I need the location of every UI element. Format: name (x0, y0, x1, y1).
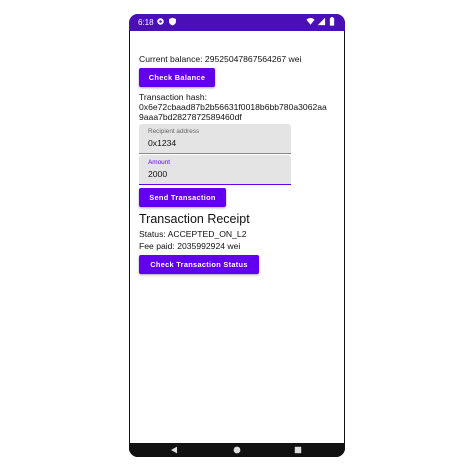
shield-icon (169, 17, 176, 26)
amount-value: 2000 (148, 169, 168, 179)
recents-icon[interactable] (294, 446, 302, 454)
receipt-status: Status: ACCEPTED_ON_L2 (139, 229, 247, 239)
home-icon[interactable] (233, 446, 241, 454)
amount-field[interactable]: Amount 2000 (139, 155, 291, 185)
signal-icon (317, 17, 326, 26)
receipt-fee: Fee paid: 2035992924 wei (139, 241, 241, 251)
wifi-icon (306, 18, 315, 25)
back-icon[interactable] (170, 446, 178, 454)
check-transaction-status-label: Check Transaction Status (150, 260, 248, 269)
balance-text: Current balance: 29525047867564267 wei (139, 54, 302, 64)
send-transaction-label: Send Transaction (149, 193, 216, 202)
check-transaction-status-button[interactable]: Check Transaction Status (139, 255, 259, 274)
check-balance-label: Check Balance (148, 73, 206, 82)
navigation-bar (129, 443, 345, 457)
recipient-address-value: 0x1234 (148, 138, 177, 148)
send-transaction-button[interactable]: Send Transaction (139, 188, 226, 207)
receipt-title: Transaction Receipt (139, 212, 250, 226)
recipient-address-field[interactable]: Recipient address 0x1234 (139, 124, 291, 154)
transaction-hash-line2: 9aaa7bd2827872589460df (139, 112, 242, 122)
battery-icon (329, 17, 335, 26)
transaction-hash-line1: 0x6e72cbaad87b2b56631f0018b6bb780a3062aa (139, 102, 327, 112)
settings-icon (157, 18, 164, 25)
recipient-address-label: Recipient address (148, 128, 200, 135)
phone-frame: 6:18 Current balance: 29525047867564267 … (129, 14, 345, 457)
amount-label: Amount (148, 159, 171, 166)
status-time: 6:18 (138, 18, 154, 27)
status-bar: 6:18 (129, 14, 345, 31)
check-balance-button[interactable]: Check Balance (139, 68, 215, 87)
app-screen: Current balance: 29525047867564267 wei C… (130, 31, 344, 443)
transaction-hash-label: Transaction hash: (139, 92, 207, 102)
